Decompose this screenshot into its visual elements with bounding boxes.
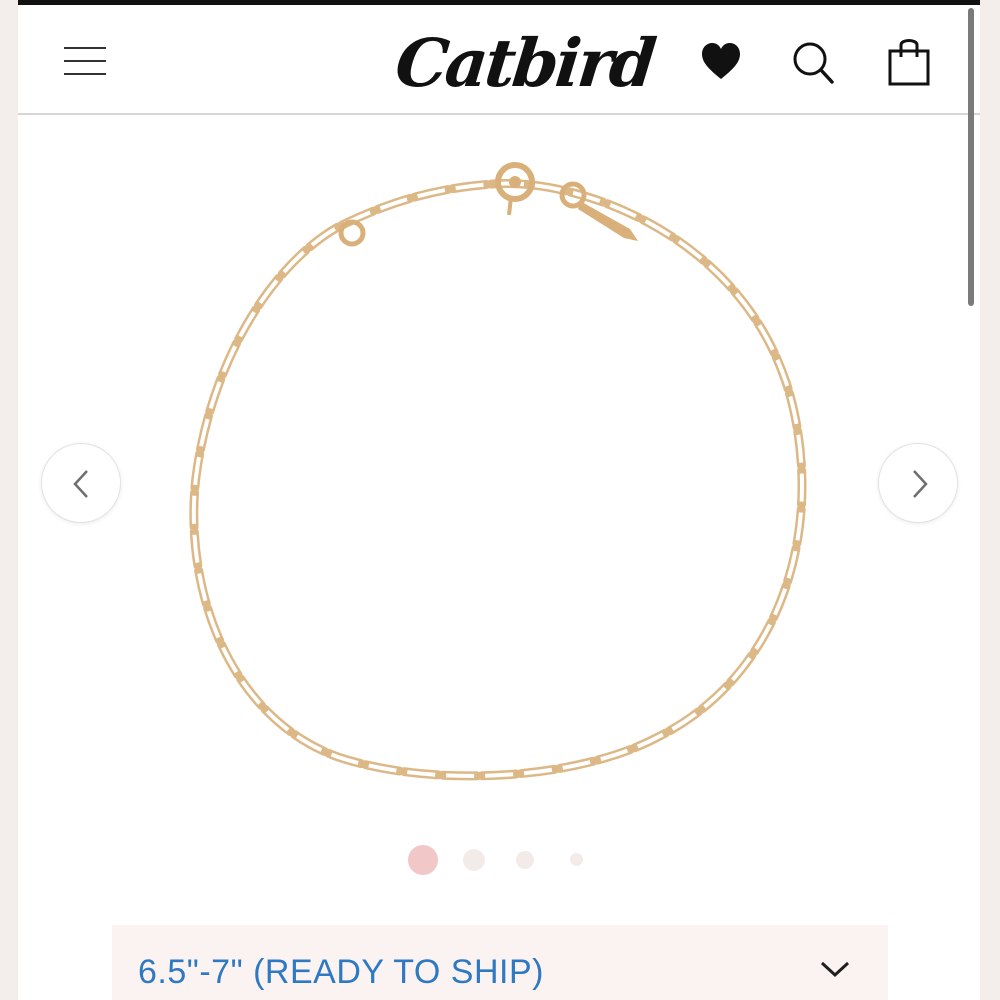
menu-button[interactable] <box>62 41 108 81</box>
carousel-prev-button[interactable] <box>41 443 121 523</box>
logo-text: Catbird <box>391 24 658 102</box>
catbird-logo[interactable]: Catbird <box>392 17 657 109</box>
carousel-dot-2[interactable] <box>463 849 485 871</box>
wishlist-button[interactable] <box>696 35 746 87</box>
cart-button[interactable] <box>884 35 934 87</box>
carousel-pagination <box>0 828 1000 888</box>
chevron-left-icon <box>73 470 88 498</box>
screen: Catbird 6.5"-7" (READY TO SHIP) <box>0 0 1000 1000</box>
shopping-bag-icon <box>888 39 930 86</box>
carousel-dot-3[interactable] <box>516 851 534 869</box>
size-select-dropdown[interactable]: 6.5"-7" (READY TO SHIP) <box>112 925 888 1000</box>
heart-icon <box>702 43 740 79</box>
chevron-right-icon <box>913 470 928 498</box>
product-gallery <box>18 117 980 837</box>
carousel-dot-4[interactable] <box>570 853 583 866</box>
product-image[interactable] <box>18 117 980 837</box>
search-button[interactable] <box>788 35 838 87</box>
site-header: Catbird <box>18 5 980 115</box>
search-icon <box>793 42 834 84</box>
size-selected-value: 6.5"-7" (READY TO SHIP) <box>138 953 544 991</box>
carousel-next-button[interactable] <box>878 443 958 523</box>
carousel-dot-1-active[interactable] <box>408 845 438 875</box>
chevron-down-icon <box>820 961 850 978</box>
